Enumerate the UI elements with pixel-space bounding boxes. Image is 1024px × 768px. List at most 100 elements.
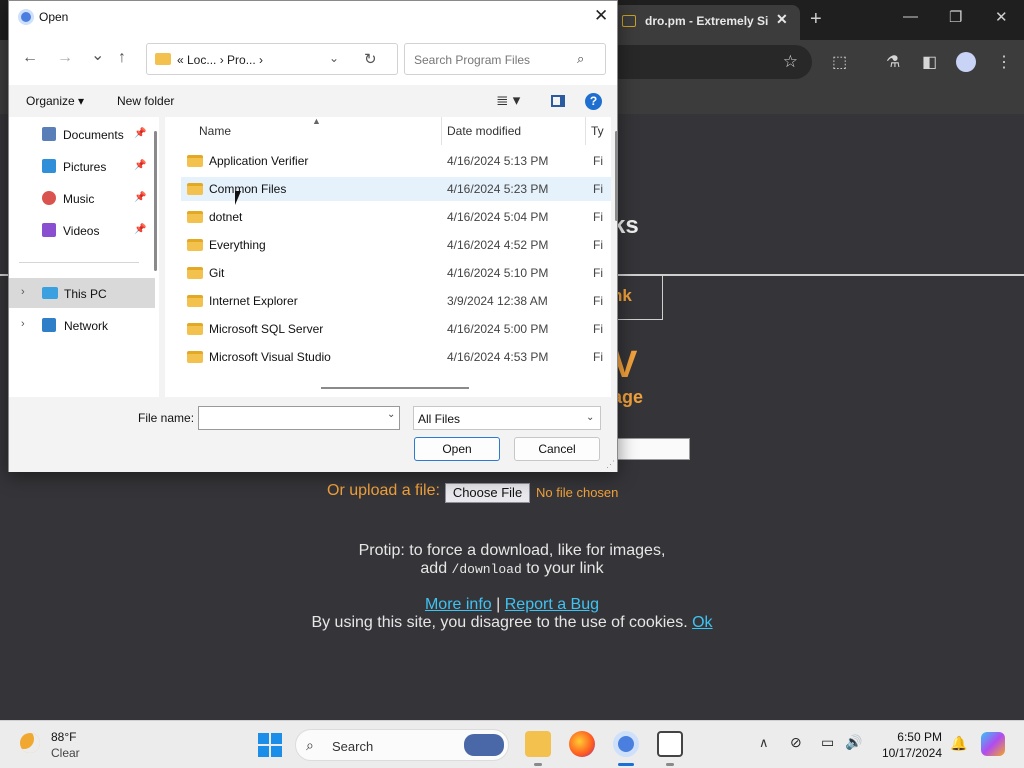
- dialog-address-bar[interactable]: « Loc... › Pro... › ⌄ ↻: [146, 43, 398, 75]
- maximize-button[interactable]: ❐: [949, 8, 962, 26]
- more-info-link[interactable]: More info: [425, 596, 492, 613]
- music-icon: [42, 191, 56, 205]
- help-icon[interactable]: ?: [585, 93, 602, 110]
- address-breadcrumb[interactable]: « Loc... › Pro... ›: [177, 53, 263, 67]
- pin-icon: 📌: [134, 224, 147, 235]
- back-arrow-icon[interactable]: ←: [22, 49, 38, 67]
- file-name-dropdown-icon[interactable]: ⌄: [387, 409, 395, 420]
- file-date: 4/16/2024 5:04 PM: [447, 210, 549, 224]
- computer-icon: [42, 287, 58, 299]
- folder-icon: [187, 155, 203, 167]
- file-type: Fi: [593, 294, 603, 308]
- show-hidden-icons-chevron[interactable]: ∧: [759, 735, 769, 751]
- bookmark-star-icon[interactable]: ☆: [783, 52, 798, 72]
- notification-bell-icon[interactable]: 🔔: [950, 735, 967, 752]
- forward-arrow-icon[interactable]: →: [57, 49, 73, 67]
- copilot-icon[interactable]: [981, 732, 1005, 756]
- onedrive-offline-icon[interactable]: ⊘: [790, 734, 802, 751]
- recent-locations-chevron-icon[interactable]: ⌄: [91, 45, 104, 65]
- extensions-icon[interactable]: ⬚: [832, 52, 847, 72]
- side-panel-icon[interactable]: ◧: [922, 52, 937, 72]
- firefox-icon[interactable]: [569, 731, 595, 757]
- address-dropdown-icon[interactable]: ⌄: [329, 51, 339, 65]
- new-folder-button[interactable]: New folder: [117, 94, 174, 108]
- resize-grip-icon[interactable]: ⋰: [606, 459, 615, 470]
- file-name-input[interactable]: [198, 406, 400, 430]
- cancel-button[interactable]: Cancel: [514, 437, 600, 461]
- column-divider[interactable]: [585, 117, 586, 145]
- volume-icon[interactable]: 🔊: [845, 734, 862, 751]
- weather-temperature[interactable]: 88°F: [51, 730, 76, 744]
- report-bug-link[interactable]: Report a Bug: [505, 596, 599, 613]
- navigation-pane: Documents 📌 Pictures 📌 Music 📌 Videos 📌 …: [9, 117, 159, 397]
- refresh-icon[interactable]: ↻: [364, 50, 377, 68]
- nav-item-music[interactable]: Music 📌: [9, 183, 147, 213]
- nav-item-label: Documents: [63, 128, 124, 142]
- open-button[interactable]: Open: [414, 437, 500, 461]
- dialog-close-button[interactable]: ✕: [594, 6, 608, 26]
- file-explorer-icon[interactable]: [525, 731, 551, 757]
- clock-time[interactable]: 6:50 PM: [870, 730, 942, 744]
- clock-date[interactable]: 10/17/2024: [870, 746, 942, 760]
- file-name: Internet Explorer: [209, 294, 298, 308]
- column-header-name[interactable]: Name: [199, 124, 231, 138]
- nav-item-documents[interactable]: Documents 📌: [9, 119, 147, 149]
- table-row[interactable]: Microsoft SQL Server 4/16/2024 5:00 PM F…: [181, 317, 611, 341]
- file-list-horizontal-scrollbar[interactable]: [321, 387, 469, 389]
- running-indicator: [666, 763, 674, 766]
- search-icon: ⌕: [577, 51, 585, 66]
- taskbar-search-box[interactable]: ⌕ Search: [295, 729, 509, 761]
- file-name: Application Verifier: [209, 154, 309, 168]
- choose-file-button[interactable]: Choose File: [445, 483, 530, 503]
- up-arrow-icon[interactable]: ↑: [118, 49, 126, 67]
- column-header-date[interactable]: Date modified: [447, 124, 521, 138]
- minimize-button[interactable]: —: [903, 8, 918, 25]
- favicon-icon: [622, 15, 636, 27]
- file-list-vertical-scrollbar[interactable]: [615, 131, 618, 221]
- close-window-button[interactable]: ✕: [995, 8, 1008, 26]
- table-row[interactable]: dotnet 4/16/2024 5:04 PM Fi: [181, 205, 611, 229]
- expand-chevron-icon[interactable]: ›: [21, 286, 25, 298]
- weather-condition[interactable]: Clear: [51, 746, 80, 760]
- table-row[interactable]: Git 4/16/2024 5:10 PM Fi: [181, 261, 611, 285]
- table-row[interactable]: Application Verifier 4/16/2024 5:13 PM F…: [181, 149, 611, 173]
- table-row[interactable]: Everything 4/16/2024 4:52 PM Fi: [181, 233, 611, 257]
- new-tab-button[interactable]: +: [810, 8, 822, 31]
- file-type-select[interactable]: All Files ⌄: [413, 406, 601, 430]
- organize-button[interactable]: Organize ▾: [26, 94, 84, 108]
- preview-pane-icon[interactable]: [551, 95, 565, 107]
- search-placeholder: Search Program Files: [414, 53, 531, 67]
- dialog-search-input[interactable]: Search Program Files ⌕: [404, 43, 606, 75]
- file-name: dotnet: [209, 210, 243, 224]
- menu-kebab-icon[interactable]: ⋮: [996, 52, 1012, 72]
- table-row[interactable]: Internet Explorer 3/9/2024 12:38 AM Fi: [181, 289, 611, 313]
- nav-item-network[interactable]: › Network: [9, 310, 147, 340]
- table-row[interactable]: Common Files 4/16/2024 5:23 PM Fi: [181, 177, 611, 201]
- column-header-type[interactable]: Ty: [591, 124, 604, 138]
- chrome-icon[interactable]: [613, 731, 639, 757]
- nav-item-pictures[interactable]: Pictures 📌: [9, 151, 147, 181]
- labs-flask-icon[interactable]: ⚗: [886, 52, 900, 72]
- nav-pane-scrollbar[interactable]: [154, 131, 157, 271]
- windows-start-icon[interactable]: [258, 733, 282, 757]
- view-options-icon[interactable]: ≣ ▾: [496, 91, 520, 109]
- file-date: 4/16/2024 5:00 PM: [447, 322, 549, 336]
- nav-item-videos[interactable]: Videos 📌: [9, 215, 147, 245]
- nav-item-this-pc[interactable]: › This PC: [9, 278, 155, 308]
- tab-dro-pm[interactable]: dro.pm - Extremely Si ✕: [612, 5, 800, 40]
- expand-chevron-icon[interactable]: ›: [21, 318, 25, 330]
- table-row[interactable]: Microsoft Visual Studio 4/16/2024 4:53 P…: [181, 345, 611, 369]
- dialog-titlebar[interactable]: Open ✕: [9, 1, 617, 33]
- remote-desktop-icon[interactable]: [657, 731, 683, 757]
- dialog-nav-row: ← → ⌄ ↑ « Loc... › Pro... › ⌄ ↻ Search P…: [9, 33, 617, 85]
- pin-icon: 📌: [134, 128, 147, 139]
- nav-item-label: Music: [63, 192, 95, 206]
- cookie-ok-link[interactable]: Ok: [692, 614, 712, 631]
- tab-close-icon[interactable]: ✕: [776, 11, 788, 28]
- network-icon[interactable]: ▭: [821, 734, 834, 751]
- profile-avatar-icon[interactable]: [956, 52, 976, 72]
- protip-text: Protip: to force a download, like for im…: [358, 542, 666, 559]
- weather-moon-icon[interactable]: [20, 733, 40, 753]
- dialog-title: Open: [39, 10, 69, 24]
- column-divider[interactable]: [441, 117, 442, 145]
